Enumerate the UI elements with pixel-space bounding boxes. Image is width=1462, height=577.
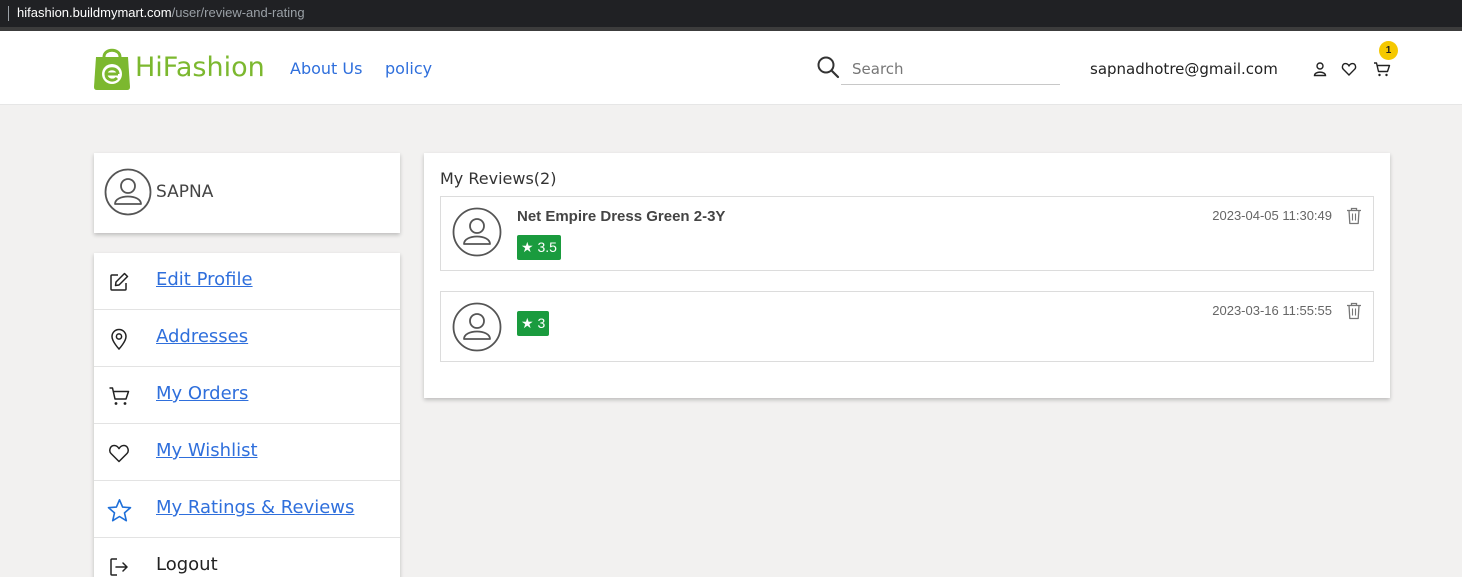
menu-label-logout[interactable]: Logout — [156, 554, 218, 575]
user-icon[interactable] — [1312, 61, 1328, 77]
menu-label-addresses[interactable]: Addresses — [156, 326, 248, 347]
reviewer-avatar-icon — [452, 207, 502, 257]
review-card: Net Empire Dress Green 2-3Y ★ 3.5 2023-0… — [440, 196, 1374, 271]
review-product-name[interactable]: Net Empire Dress Green 2-3Y — [517, 208, 725, 225]
nav-about-us-link[interactable]: About Us — [290, 59, 362, 78]
menu-item-logout[interactable]: Logout — [94, 538, 400, 577]
trash-icon[interactable] — [1346, 302, 1362, 320]
cart-icon — [109, 387, 130, 405]
menu-label-my-orders[interactable]: My Orders — [156, 383, 248, 404]
shopping-bag-logo-icon — [94, 48, 130, 90]
user-email[interactable]: sapnadhotre@gmail.com — [1090, 60, 1278, 78]
browser-address-bar[interactable]: hifashion.buildmymart.com/user/review-an… — [0, 0, 1462, 27]
reviewer-avatar-icon — [452, 302, 502, 352]
url-path: /user/review-and-rating — [171, 5, 305, 20]
site-header: HiFashion About Us policy sapnadhotre@gm… — [0, 31, 1462, 105]
url-host: hifashion.buildmymart.com — [17, 5, 172, 20]
rating-badge: ★ 3.5 — [517, 235, 561, 260]
url-text[interactable]: hifashion.buildmymart.com/user/review-an… — [17, 5, 305, 20]
review-card: ★ 3 2023-03-16 11:55:55 — [440, 291, 1374, 362]
menu-label-edit-profile[interactable]: Edit Profile — [156, 269, 253, 290]
trash-icon[interactable] — [1346, 207, 1362, 225]
user-profile-card: SAPNA — [94, 153, 400, 233]
my-reviews-panel: My Reviews(2) Net Empire Dress Green 2-3… — [424, 153, 1390, 398]
heart-icon[interactable] — [1341, 61, 1357, 77]
brand-name: HiFashion — [135, 51, 265, 83]
star-icon — [107, 499, 132, 522]
review-date: 2023-04-05 11:30:49 — [1212, 208, 1332, 223]
reviews-title: My Reviews(2) — [440, 169, 557, 188]
menu-item-edit-profile[interactable]: Edit Profile — [94, 253, 400, 310]
user-name: SAPNA — [156, 182, 214, 202]
rating-badge: ★ 3 — [517, 311, 550, 336]
search-icon[interactable] — [816, 55, 840, 79]
heart-icon — [109, 444, 129, 463]
menu-item-addresses[interactable]: Addresses — [94, 310, 400, 367]
menu-label-my-ratings-reviews[interactable]: My Ratings & Reviews — [156, 497, 354, 518]
menu-item-my-ratings-reviews[interactable]: My Ratings & Reviews — [94, 481, 400, 538]
search-input[interactable] — [841, 53, 1060, 85]
location-pin-icon — [111, 328, 127, 350]
search-bar — [816, 53, 1060, 85]
menu-label-my-wishlist[interactable]: My Wishlist — [156, 440, 258, 461]
text-caret — [8, 6, 9, 21]
review-date: 2023-03-16 11:55:55 — [1212, 303, 1332, 318]
logout-icon — [110, 558, 128, 576]
menu-item-my-wishlist[interactable]: My Wishlist — [94, 424, 400, 481]
avatar-icon — [104, 168, 152, 216]
brand-logo[interactable]: HiFashion — [93, 43, 265, 91]
menu-item-my-orders[interactable]: My Orders — [94, 367, 400, 424]
cart-icon[interactable] — [1373, 61, 1391, 77]
nav-policy-link[interactable]: policy — [385, 59, 432, 78]
edit-icon — [110, 272, 129, 291]
account-menu: Edit Profile Addresses My Orders My Wish… — [94, 253, 400, 577]
cart-count-badge: 1 — [1379, 41, 1398, 60]
